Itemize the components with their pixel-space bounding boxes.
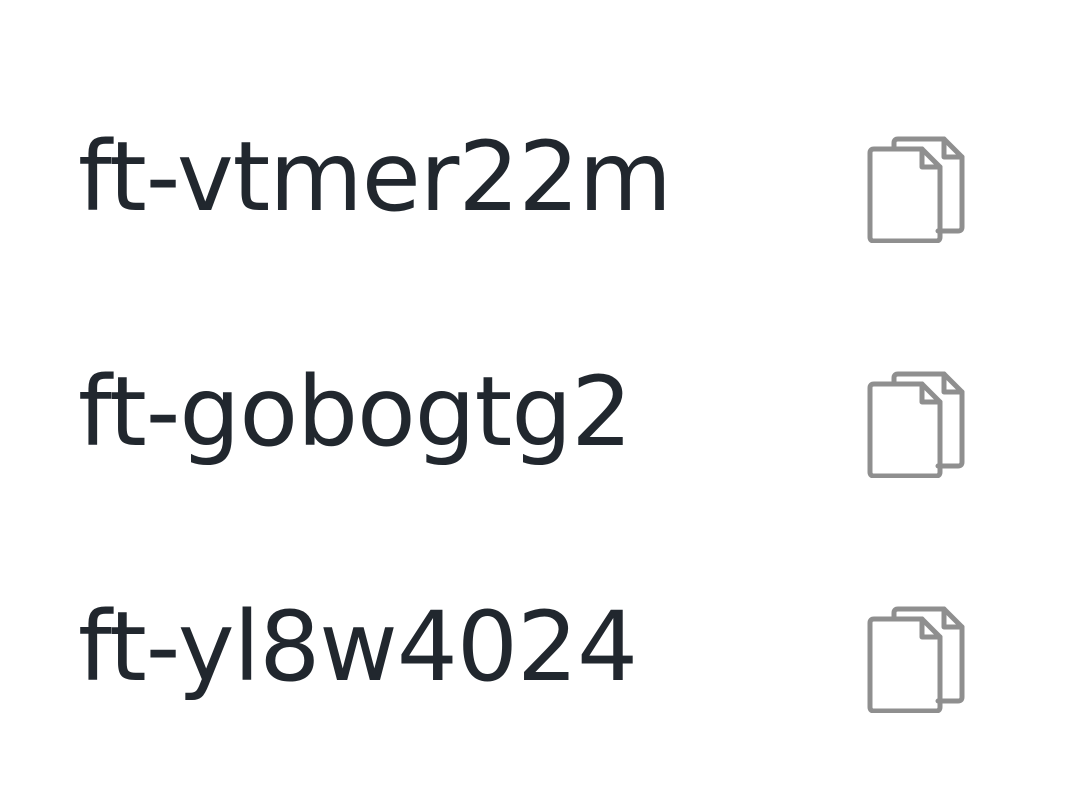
item-id: ft-vtmer22m [78,121,672,233]
item-id: ft-gobogtg2 [78,356,632,468]
copy-button[interactable] [858,119,974,243]
copy-icon [867,371,965,478]
item-id: ft-yl8w4024 [78,591,638,703]
copy-icon [867,606,965,713]
copy-button[interactable] [858,589,974,713]
id-list: ft-vtmer22m ft-gobogtg2 ft-yl8w4024 [0,0,1080,789]
list-item: ft-yl8w4024 [0,577,1080,717]
list-item: ft-gobogtg2 [0,342,1080,482]
copy-button[interactable] [858,354,974,478]
copy-icon [867,136,965,243]
list-item: ft-vtmer22m [0,107,1080,247]
